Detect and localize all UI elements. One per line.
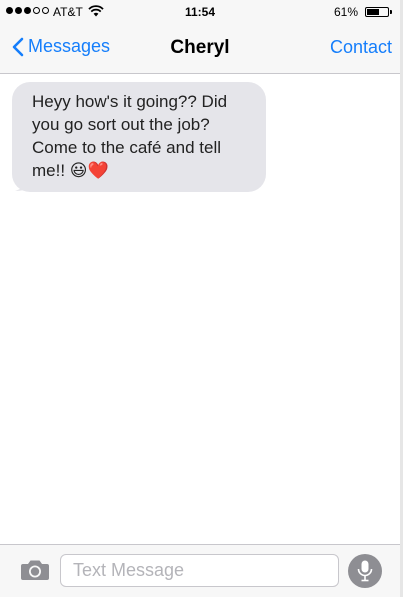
- microphone-icon: [357, 560, 373, 582]
- back-button[interactable]: Messages: [12, 36, 110, 57]
- incoming-message[interactable]: Heyy how's it going?? Did you go sort ou…: [12, 82, 266, 192]
- status-bar: AT&T 11:54 61%: [0, 0, 400, 24]
- camera-icon: [21, 560, 49, 580]
- camera-button[interactable]: [20, 559, 50, 586]
- phone-screen: AT&T 11:54 61% Messages Cheryl Contact H…: [0, 0, 403, 597]
- message-bubble-text: Heyy how's it going?? Did you go sort ou…: [12, 82, 266, 192]
- chevron-left-icon: [12, 37, 24, 56]
- battery-fill: [367, 9, 380, 15]
- microphone-button[interactable]: [348, 554, 382, 588]
- text-message-input[interactable]: [60, 554, 339, 587]
- battery-icon: [365, 7, 392, 17]
- message-thread[interactable]: Heyy how's it going?? Did you go sort ou…: [0, 74, 400, 544]
- navigation-bar: Messages Cheryl Contact: [0, 24, 400, 74]
- contact-button[interactable]: Contact: [330, 37, 392, 58]
- battery-percent: 61%: [333, 5, 358, 19]
- back-button-label: Messages: [28, 36, 111, 56]
- message-input-bar: [0, 544, 400, 597]
